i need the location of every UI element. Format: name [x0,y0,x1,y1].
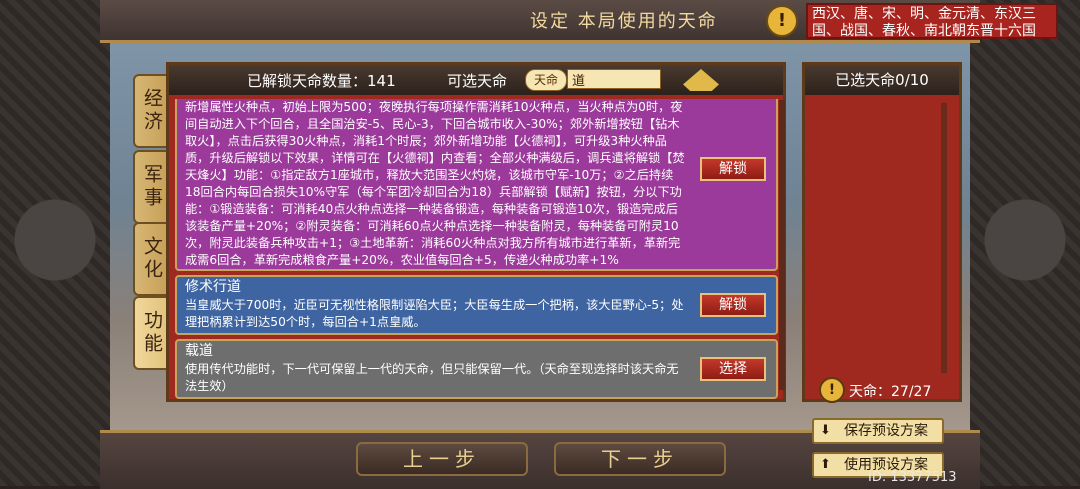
select-button[interactable]: 选择 [700,357,766,381]
upload-icon: ⬆ [820,457,831,472]
mandate-total: 天命：27/27 [849,384,932,400]
mandate-cards: 新增属性火种点，初始上限为500；夜晚执行每项操作需消耗10火种点，当火种点为0… [175,99,778,399]
list-scrollbar[interactable] [779,100,785,390]
mandate-title: 载道 [185,343,213,359]
warning-icon[interactable]: ! [819,377,845,403]
unlock-button[interactable]: 解锁 [700,293,766,317]
selected-mandates-panel: 已选天命0/10 ! 天命：27/27 [802,62,962,403]
unlocked-count: 已解锁天命数量：141 [247,72,396,90]
unlock-button[interactable]: 解锁 [700,157,766,181]
dynasty-list: 西汉、唐、宋、明、金元清、东汉三国、战国、春秋、南北朝东晋十六国 [806,3,1058,39]
selected-count: 已选天命0/10 [805,65,959,95]
mandate-card: 载道 使用传代功能时，下一代可保留上一代的天命，但只能保留一代。（天命至现选择时… [175,339,778,399]
mandate-description: 新增属性火种点，初始上限为500；夜晚执行每项操作需消耗10火种点，当火种点为0… [185,100,685,267]
top-header: 设定 本局使用的天命 ! 西汉、唐、宋、明、金元清、东汉三国、战国、春秋、南北朝… [100,0,1058,43]
save-preset-button[interactable]: ⬇ 保存预设方案 [812,418,944,444]
page-title: 设定 本局使用的天命 [530,11,718,32]
player-id: ID: 13377513 [868,470,957,485]
next-step-button[interactable]: 下一步 [554,442,726,476]
filter-dropdown[interactable]: 天命 [525,69,567,91]
mandate-card: 新增属性火种点，初始上限为500；夜晚执行每项操作需消耗10火种点，当火种点为0… [175,99,778,271]
warning-icon[interactable]: ! [766,5,798,37]
mandate-description: 当皇威大于700时，近臣可无视性格限制诬陷大臣；大臣每生成一个把柄，该大臣野心-… [185,298,684,329]
crown-badge-icon [683,69,719,91]
left-dragon-decoration [0,0,110,486]
mandate-list-panel: 已解锁天命数量：141 可选天命 天命 新增属性火种点，初始上限为500；夜晚执… [166,62,786,402]
available-label: 可选天命 [447,72,508,90]
download-icon: ⬇ [820,423,831,438]
save-preset-label: 保存预设方案 [844,423,928,439]
previous-step-button[interactable]: 上一步 [356,442,528,476]
mandate-card: 修术行道 当皇威大于700时，近臣可无视性格限制诬陷大臣；大臣每生成一个把柄，该… [175,275,778,335]
right-dragon-decoration [970,0,1080,486]
mandate-description: 使用传代功能时，下一代可保留上一代的天命，但只能保留一代。（天命至现选择时该天命… [185,362,679,393]
mandate-title: 修术行道 [185,279,241,295]
mandate-list-header: 已解锁天命数量：141 可选天命 天命 [169,65,783,95]
search-input[interactable] [567,69,661,89]
selected-scrollbar[interactable] [941,103,947,373]
